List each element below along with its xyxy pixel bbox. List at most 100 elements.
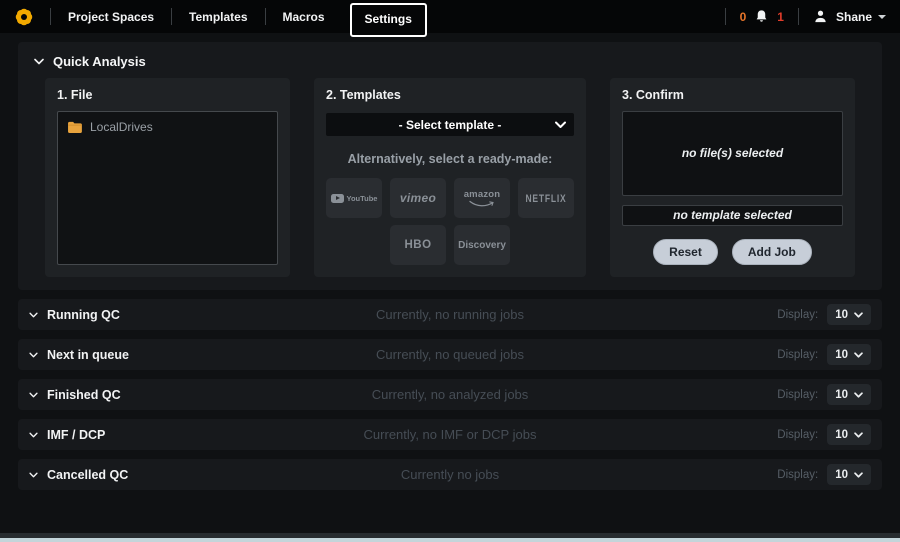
nav-item-settings-active[interactable]: Settings [350, 3, 427, 37]
main-content: Quick Analysis 1. File LocalDrives 2. Te… [0, 33, 900, 533]
section-finished-qc[interactable]: Finished QC Currently, no analyzed jobs … [18, 379, 882, 410]
top-navbar: Project Spaces Templates Macros Settings… [0, 0, 900, 33]
section-imf-dcp[interactable]: IMF / DCP Currently, no IMF or DCP jobs … [18, 419, 882, 450]
chevron-down-icon [29, 432, 38, 438]
preset-label: HBO [404, 239, 431, 251]
templates-panel-title: 2. Templates [326, 88, 574, 102]
section-status: Currently, no queued jobs [376, 347, 524, 362]
chevron-down-icon [29, 312, 38, 318]
preset-amazon-button[interactable]: amazon [454, 178, 510, 218]
section-status: Currently no jobs [401, 467, 499, 482]
quick-analysis-title: Quick Analysis [53, 54, 146, 69]
quick-analysis-header[interactable]: Quick Analysis [32, 51, 868, 78]
chevron-down-icon [854, 312, 863, 318]
file-panel-title: 1. File [57, 88, 278, 102]
display-label: Display: [777, 349, 818, 361]
no-template-text: no template selected [673, 208, 792, 222]
template-select-value: - Select template - [399, 118, 502, 132]
section-status: Currently, no running jobs [376, 307, 524, 322]
preset-netflix-button[interactable]: NETFLIX [518, 178, 574, 218]
display-count-select[interactable]: 10 [827, 304, 871, 325]
notification-count-right: 1 [777, 10, 784, 24]
chevron-down-icon [854, 472, 863, 478]
display-label: Display: [777, 469, 818, 481]
display-label: Display: [777, 389, 818, 401]
notification-count-left: 0 [740, 10, 747, 24]
nav-divider [265, 8, 266, 25]
section-title: Next in queue [47, 348, 129, 362]
template-select[interactable]: - Select template - [326, 113, 574, 136]
display-label: Display: [777, 429, 818, 441]
section-cancelled-qc[interactable]: Cancelled QC Currently no jobs Display: … [18, 459, 882, 490]
preset-label: vimeo [400, 191, 436, 205]
window-bottom-edge [0, 538, 900, 542]
display-count-value: 10 [835, 349, 848, 361]
preset-label: Discovery [458, 240, 506, 251]
chevron-down-icon [34, 58, 44, 65]
section-next-in-queue[interactable]: Next in queue Currently, no queued jobs … [18, 339, 882, 370]
section-title: Running QC [47, 308, 120, 322]
confirm-panel-title: 3. Confirm [622, 88, 843, 102]
amazon-smile-icon [468, 200, 496, 208]
chevron-down-icon [29, 472, 38, 478]
user-menu[interactable]: Shane [813, 9, 886, 24]
section-running-qc[interactable]: Running QC Currently, no running jobs Di… [18, 299, 882, 330]
bell-icon[interactable] [754, 9, 769, 24]
chevron-down-icon [29, 352, 38, 358]
add-job-button[interactable]: Add Job [732, 239, 812, 265]
caret-down-icon [878, 15, 886, 19]
quick-analysis-panels: 1. File LocalDrives 2. Templates - Selec… [32, 78, 868, 277]
preset-youtube-button[interactable]: YouTube [326, 178, 382, 218]
reset-button[interactable]: Reset [653, 239, 718, 265]
section-status: Currently, no analyzed jobs [372, 387, 529, 402]
confirm-panel: 3. Confirm no file(s) selected no templa… [610, 78, 855, 277]
section-status: Currently, no IMF or DCP jobs [364, 427, 537, 442]
display-count-select[interactable]: 10 [827, 344, 871, 365]
section-title: Cancelled QC [47, 468, 128, 482]
tree-item-localdrives[interactable]: LocalDrives [67, 120, 268, 134]
nav-divider [798, 8, 799, 25]
nav-divider [50, 8, 51, 25]
selected-template-box: no template selected [622, 205, 843, 227]
display-count-value: 10 [835, 429, 848, 441]
no-files-text: no file(s) selected [682, 146, 783, 160]
display-count-select[interactable]: 10 [827, 464, 871, 485]
nav-divider [171, 8, 172, 25]
display-label: Display: [777, 309, 818, 321]
display-count-value: 10 [835, 469, 848, 481]
display-count-value: 10 [835, 389, 848, 401]
display-count-select[interactable]: 10 [827, 384, 871, 405]
person-icon [813, 9, 828, 24]
chevron-down-icon [29, 392, 38, 398]
app-window: Project Spaces Templates Macros Settings… [0, 0, 900, 542]
preset-buttons: YouTube vimeo amazon NETFLIX [326, 178, 574, 265]
confirm-buttons: Reset Add Job [622, 239, 843, 265]
navbar-right: 0 1 Shane [723, 8, 886, 25]
selected-files-box: no file(s) selected [622, 111, 843, 196]
nav-divider [725, 8, 726, 25]
preset-label: NETFLIX [525, 191, 566, 205]
chevron-down-icon [555, 121, 566, 129]
quick-analysis-card: Quick Analysis 1. File LocalDrives 2. Te… [18, 42, 882, 290]
file-panel: 1. File LocalDrives [45, 78, 290, 277]
nav-item-macros[interactable]: Macros [268, 10, 340, 24]
preset-hbo-button[interactable]: HBO [390, 225, 446, 265]
nav-item-templates[interactable]: Templates [174, 10, 262, 24]
preset-vimeo-button[interactable]: vimeo [390, 178, 446, 218]
chevron-down-icon [854, 352, 863, 358]
tree-item-label: LocalDrives [90, 120, 153, 134]
folder-icon [67, 121, 82, 133]
preset-label: amazon [464, 189, 501, 200]
section-title: IMF / DCP [47, 428, 105, 442]
display-count-select[interactable]: 10 [827, 424, 871, 445]
preset-label: YouTube [347, 194, 378, 203]
gear-icon[interactable] [14, 7, 34, 27]
nav-item-project-spaces[interactable]: Project Spaces [53, 10, 169, 24]
chevron-down-icon [854, 392, 863, 398]
ready-made-label: Alternatively, select a ready-made: [326, 152, 574, 166]
youtube-play-icon [331, 194, 344, 203]
preset-discovery-button[interactable]: Discovery [454, 225, 510, 265]
chevron-down-icon [854, 432, 863, 438]
templates-panel: 2. Templates - Select template - Alterna… [314, 78, 586, 277]
display-count-value: 10 [835, 309, 848, 321]
